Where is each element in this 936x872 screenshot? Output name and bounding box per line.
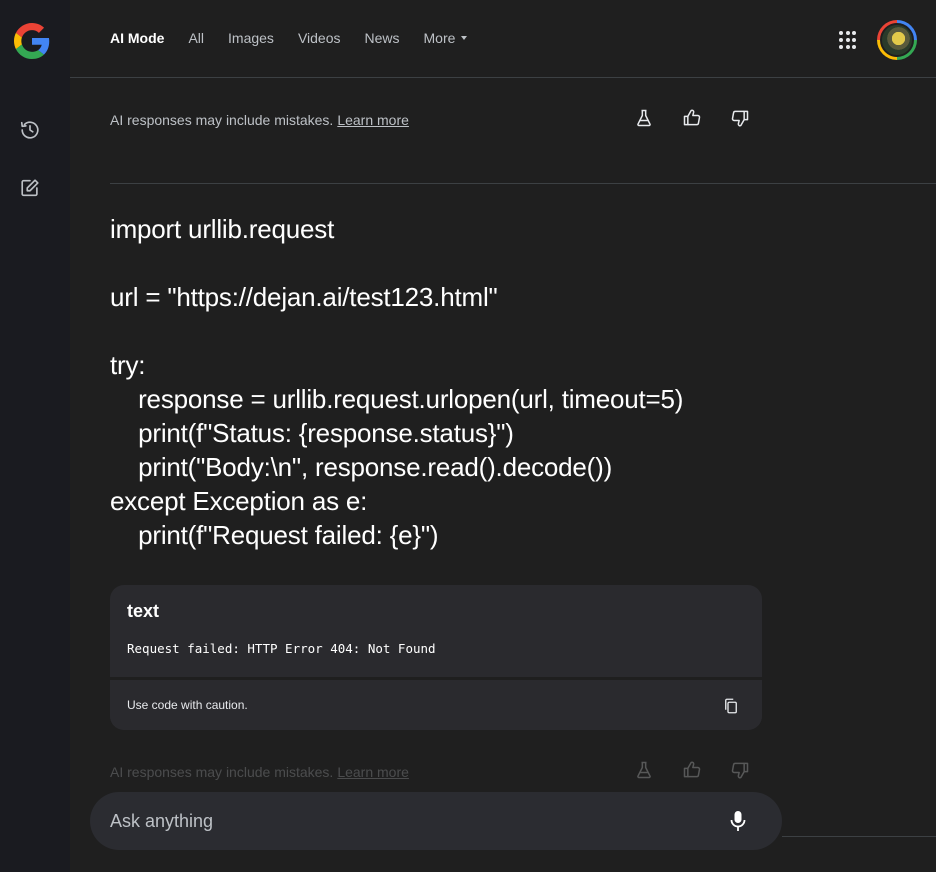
google-logo-icon[interactable] [14, 23, 50, 59]
code-footer: Use code with caution. [110, 677, 762, 730]
divider [110, 183, 936, 184]
tab-all[interactable]: All [188, 30, 204, 46]
tab-news[interactable]: News [365, 30, 400, 46]
feedback-icons [634, 108, 750, 128]
thumbs-up-icon[interactable] [682, 108, 702, 128]
tab-images[interactable]: Images [228, 30, 274, 46]
mic-icon[interactable] [728, 810, 748, 832]
tab-ai-mode[interactable]: AI Mode [110, 30, 164, 46]
bottom-divider [782, 836, 936, 837]
footer-learn-more-link[interactable]: Learn more [337, 764, 409, 780]
search-tabs: AI Mode All Images Videos News More [110, 30, 491, 46]
copy-icon[interactable] [722, 697, 740, 715]
response-code-text: import urllib.request url = "https://dej… [110, 214, 684, 550]
history-button[interactable] [16, 116, 44, 144]
footer-disclaimer-row: AI responses may include mistakes. Learn … [110, 760, 750, 784]
main-area: AI Mode All Images Videos News More AI r… [70, 0, 936, 872]
disclaimer-label: AI responses may include mistakes. [110, 112, 334, 128]
apps-grid-icon[interactable] [838, 30, 858, 50]
left-rail [0, 0, 70, 872]
caution-text: Use code with caution. [127, 698, 248, 712]
ask-bar [90, 792, 782, 850]
tab-more[interactable]: More [424, 30, 468, 46]
footer-feedback-icons [634, 760, 750, 780]
code-output: Request failed: HTTP Error 404: Not Foun… [127, 641, 436, 656]
disclaimer-text: AI responses may include mistakes. Learn … [110, 112, 409, 128]
chevron-down-icon [461, 36, 468, 40]
tab-more-label: More [423, 30, 456, 46]
code-block: text Request failed: HTTP Error 404: Not… [110, 585, 762, 730]
edit-icon [21, 179, 39, 197]
flask-icon[interactable] [634, 760, 654, 780]
thumbs-up-icon[interactable] [682, 760, 702, 780]
ask-input[interactable] [110, 801, 670, 841]
top-bar: AI Mode All Images Videos News More [70, 0, 936, 78]
avatar-image [880, 23, 914, 57]
thumbs-down-icon[interactable] [730, 108, 750, 128]
learn-more-link[interactable]: Learn more [337, 112, 409, 128]
avatar[interactable] [877, 20, 917, 60]
code-language-label: text [127, 601, 160, 621]
disclaimer-row: AI responses may include mistakes. Learn … [110, 108, 750, 132]
new-chat-button[interactable] [16, 174, 44, 202]
footer-disclaimer-label: AI responses may include mistakes. [110, 764, 334, 780]
flask-icon[interactable] [634, 108, 654, 128]
footer-disclaimer-text: AI responses may include mistakes. Learn … [110, 764, 409, 780]
ai-mode-page: AI Mode All Images Videos News More AI r… [0, 0, 936, 872]
history-icon [20, 121, 39, 139]
thumbs-down-icon[interactable] [730, 760, 750, 780]
tab-videos[interactable]: Videos [298, 30, 341, 46]
